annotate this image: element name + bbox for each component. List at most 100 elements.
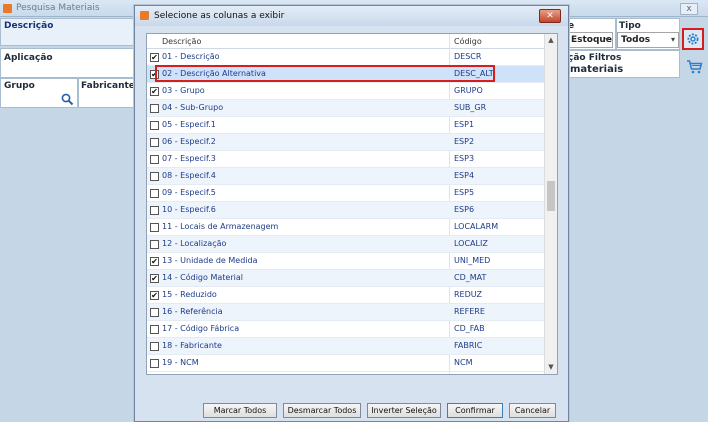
header-codigo[interactable]: Código	[454, 37, 482, 46]
cancelar-button[interactable]: Cancelar	[509, 403, 556, 418]
row-code: SUB_GR	[454, 103, 487, 112]
chevron-down-icon: ▾	[670, 35, 675, 44]
dialog-title: Selecione as colunas a exibir	[154, 11, 285, 21]
table-row[interactable]: ✔ 13 - Unidade de Medida UNI_MED	[147, 253, 545, 270]
row-code: FABRIC	[454, 341, 483, 350]
checkbox-icon[interactable]	[150, 155, 159, 164]
table-row[interactable]: ✔ 14 - Código Material CD_MAT	[147, 270, 545, 287]
row-code: ESP5	[454, 188, 475, 197]
scroll-up-icon[interactable]: ▲	[545, 34, 557, 47]
checkbox-checked-icon[interactable]: ✔	[150, 274, 159, 283]
row-description: 16 - Referência	[162, 307, 223, 316]
checkbox-icon[interactable]	[150, 325, 159, 334]
row-code: GRUPO	[454, 86, 483, 95]
table-row[interactable]: 17 - Código Fábrica CD_FAB	[147, 321, 545, 338]
table-row[interactable]: 18 - Fabricante FABRIC	[147, 338, 545, 355]
row-description: 08 - Especif.4	[162, 171, 216, 180]
dialog-titlebar[interactable]: Selecione as colunas a exibir ✕	[135, 6, 568, 26]
table-row[interactable]: ✔ 02 - Descrição Alternativa DESC_ALT	[147, 66, 545, 83]
checkbox-icon[interactable]	[150, 138, 159, 147]
row-description: 06 - Especif.2	[162, 137, 216, 146]
checkbox-checked-icon[interactable]: ✔	[150, 70, 159, 79]
vertical-scrollbar[interactable]: ▲ ▼	[544, 34, 557, 374]
row-code: NCM	[454, 358, 473, 367]
tipo-select[interactable]: Todos ▾	[617, 32, 679, 48]
grid-header: Descrição Código	[147, 34, 545, 49]
table-row[interactable]: 05 - Especif.1 ESP1	[147, 117, 545, 134]
row-description: 14 - Código Material	[162, 273, 243, 282]
table-row[interactable]: ✔ 03 - Grupo GRUPO	[147, 83, 545, 100]
dialog-close-button[interactable]: ✕	[539, 9, 561, 23]
desmarcar-todos-button[interactable]: Desmarcar Todos	[283, 403, 361, 418]
row-code: CD_MAT	[454, 273, 487, 282]
row-description: 11 - Locais de Armazenagem	[162, 222, 279, 231]
inverter-selecao-button[interactable]: Inverter Seleção	[367, 403, 441, 418]
main-close-button[interactable]: x	[680, 3, 698, 15]
aplicacao-label: Aplicação	[4, 53, 53, 63]
confirmar-button[interactable]: Confirmar	[447, 403, 503, 418]
table-row[interactable]: 12 - Localização LOCALIZ	[147, 236, 545, 253]
table-row[interactable]: 10 - Especif.6 ESP6	[147, 202, 545, 219]
scroll-down-icon[interactable]: ▼	[545, 361, 557, 374]
table-row[interactable]: 11 - Locais de Armazenagem LOCALARM	[147, 219, 545, 236]
estoque-select[interactable]: Estoque ▾	[567, 32, 613, 48]
row-code: DESC_ALT	[454, 69, 494, 78]
row-description: 05 - Especif.1	[162, 120, 216, 129]
gear-icon	[687, 33, 699, 45]
row-description: 01 - Descrição	[162, 52, 220, 61]
row-description: 10 - Especif.6	[162, 205, 216, 214]
row-description: 09 - Especif.5	[162, 188, 216, 197]
checkbox-icon[interactable]	[150, 189, 159, 198]
descricao-label: Descrição	[4, 21, 54, 31]
table-row[interactable]: ✔ 01 - Descrição DESCR	[147, 49, 545, 66]
marcar-todos-button[interactable]: Marcar Todos	[203, 403, 277, 418]
tipo-select-value: Todos	[621, 35, 651, 45]
search-icon[interactable]	[61, 93, 74, 106]
row-code: DESCR	[454, 52, 482, 61]
checkbox-checked-icon[interactable]: ✔	[150, 53, 159, 62]
cart-icon[interactable]	[686, 60, 703, 74]
columns-grid: Descrição Código ✔ 01 - Descrição DESCR ✔ 02…	[146, 33, 558, 375]
checkbox-icon[interactable]	[150, 240, 159, 249]
row-description: 07 - Especif.3	[162, 154, 216, 163]
row-code: ESP6	[454, 205, 475, 214]
checkbox-checked-icon[interactable]: ✔	[150, 87, 159, 96]
grupo-panel[interactable]: Grupo	[0, 78, 78, 108]
scroll-thumb[interactable]	[547, 181, 555, 211]
row-description: 02 - Descrição Alternativa	[162, 69, 266, 78]
header-descricao[interactable]: Descrição	[162, 37, 201, 46]
checkbox-icon[interactable]	[150, 104, 159, 113]
fabricante-panel[interactable]: Fabricante	[78, 78, 136, 108]
descricao-panel[interactable]: Descrição	[0, 18, 136, 46]
table-row[interactable]: 08 - Especif.4 ESP4	[147, 168, 545, 185]
app-icon	[140, 11, 149, 20]
row-code: REDUZ	[454, 290, 482, 299]
checkbox-icon[interactable]	[150, 342, 159, 351]
table-row[interactable]: 16 - Referência REFERE	[147, 304, 545, 321]
checkbox-icon[interactable]	[150, 121, 159, 130]
fabricante-label: Fabricante	[81, 81, 135, 91]
filtros-panel: ção Filtros materiais	[566, 50, 680, 78]
checkbox-checked-icon[interactable]: ✔	[150, 291, 159, 300]
table-row[interactable]: 04 - Sub-Grupo SUB_GR	[147, 100, 545, 117]
aplicacao-panel[interactable]: Aplicação	[0, 48, 136, 78]
row-code: ESP3	[454, 154, 475, 163]
table-row[interactable]: 09 - Especif.5 ESP5	[147, 185, 545, 202]
chevron-down-icon: ▾	[604, 35, 609, 44]
table-row[interactable]: 06 - Especif.2 ESP2	[147, 134, 545, 151]
tipo-label: Tipo	[619, 21, 641, 31]
checkbox-icon[interactable]	[150, 223, 159, 232]
checkbox-checked-icon[interactable]: ✔	[150, 257, 159, 266]
checkbox-icon[interactable]	[150, 308, 159, 317]
materiais-label: materiais	[570, 64, 624, 75]
checkbox-icon[interactable]	[150, 359, 159, 368]
table-row[interactable]: 07 - Especif.3 ESP3	[147, 151, 545, 168]
checkbox-icon[interactable]	[150, 172, 159, 181]
table-row[interactable]: ✔ 15 - Reduzido REDUZ	[147, 287, 545, 304]
main-window-title: Pesquisa Materiais	[16, 3, 100, 13]
settings-button[interactable]	[682, 28, 704, 50]
row-description: 12 - Localização	[162, 239, 227, 248]
checkbox-icon[interactable]	[150, 206, 159, 215]
table-row[interactable]: 19 - NCM NCM	[147, 355, 545, 372]
row-code: REFERE	[454, 307, 485, 316]
